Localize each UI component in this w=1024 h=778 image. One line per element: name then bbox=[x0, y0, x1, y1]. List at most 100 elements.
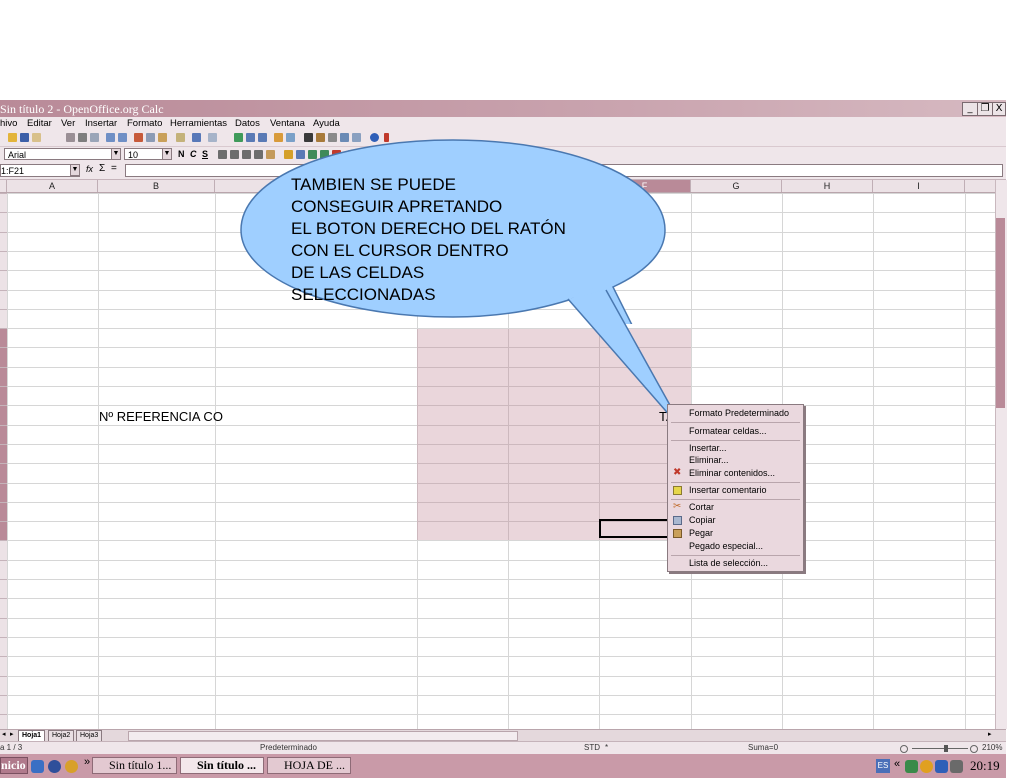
print-preview-icon[interactable] bbox=[90, 133, 99, 142]
status-sum[interactable]: Suma=0 bbox=[748, 743, 778, 752]
zoom-slider-handle[interactable] bbox=[944, 745, 948, 752]
font-size-combo[interactable]: 10 bbox=[124, 148, 164, 160]
paste-icon[interactable] bbox=[158, 133, 167, 142]
ctx-pegado-especial[interactable]: Pegado especial... bbox=[668, 540, 803, 553]
font-size-dropdown-icon[interactable]: ▼ bbox=[162, 148, 172, 160]
select-all-corner[interactable] bbox=[0, 180, 7, 192]
taskbar-item-sin-titulo-2[interactable]: Sin título ... bbox=[180, 757, 264, 774]
pdf-icon[interactable] bbox=[66, 133, 75, 142]
show-desktop-icon[interactable] bbox=[31, 760, 44, 773]
name-box-dropdown-icon[interactable]: ▼ bbox=[70, 164, 80, 176]
menu-insertar[interactable]: Insertar bbox=[85, 118, 117, 129]
start-button[interactable]: nicio bbox=[0, 757, 28, 774]
first-sheet-icon[interactable]: ◂ bbox=[2, 730, 6, 738]
column-gridline bbox=[215, 193, 216, 729]
clone-format-icon[interactable] bbox=[176, 133, 185, 142]
copy-icon[interactable] bbox=[146, 133, 155, 142]
column-gridline bbox=[873, 193, 874, 729]
row-gridline bbox=[7, 618, 995, 619]
tray-volume-muted-icon[interactable] bbox=[950, 760, 963, 773]
row-headers-selected[interactable] bbox=[0, 329, 7, 540]
menu-ventana[interactable]: Ventana bbox=[270, 118, 305, 129]
language-indicator[interactable]: ES bbox=[876, 759, 890, 773]
zoom-in-icon[interactable] bbox=[970, 745, 978, 753]
ctx-eliminar[interactable]: Eliminar... bbox=[668, 454, 803, 467]
ie-browser-icon[interactable] bbox=[48, 760, 61, 773]
ctx-formatear-celdas[interactable]: Formatear celdas... bbox=[668, 425, 803, 438]
row-headers-lower[interactable] bbox=[0, 540, 7, 729]
tray-expand-icon[interactable]: « bbox=[894, 758, 900, 770]
menu-archivo[interactable]: hivo bbox=[0, 118, 17, 129]
taskbar-item-sin-titulo-1[interactable]: Sin título 1... bbox=[92, 757, 177, 774]
ctx-insertar-comentario[interactable]: Insertar comentario bbox=[668, 484, 803, 497]
menu-formato[interactable]: Formato bbox=[127, 118, 162, 129]
cut-icon[interactable] bbox=[134, 133, 143, 142]
quicklaunch-more-icon[interactable]: » bbox=[84, 756, 90, 768]
ctx-cortar[interactable]: Cortar bbox=[668, 501, 803, 514]
zoom-slider[interactable] bbox=[912, 748, 968, 749]
status-zoom[interactable]: 210% bbox=[982, 743, 1002, 752]
save-icon[interactable] bbox=[20, 133, 29, 142]
menu-ver[interactable]: Ver bbox=[61, 118, 75, 129]
align-left-icon[interactable] bbox=[218, 150, 227, 159]
status-style[interactable]: Predeterminado bbox=[260, 743, 317, 752]
equals-icon[interactable]: = bbox=[111, 163, 117, 174]
scroll-right-icon[interactable]: ▸ bbox=[988, 730, 992, 738]
spellcheck-icon[interactable] bbox=[106, 133, 115, 142]
close-button[interactable]: X bbox=[992, 102, 1006, 116]
taskbar-item-hoja-de[interactable]: HOJA DE ... bbox=[267, 757, 351, 774]
tray-display-icon[interactable] bbox=[935, 760, 948, 773]
font-name-combo[interactable]: Arial bbox=[4, 148, 112, 160]
tray-network-icon[interactable] bbox=[905, 760, 918, 773]
sum-icon[interactable]: Σ bbox=[99, 163, 105, 174]
ctx-pegar[interactable]: Pegar bbox=[668, 527, 803, 540]
next-sheet-icon[interactable]: ▸ bbox=[10, 730, 14, 738]
ctx-eliminar-contenidos[interactable]: Eliminar contenidos... bbox=[668, 467, 803, 480]
ctx-copiar[interactable]: Copiar bbox=[668, 514, 803, 527]
row-header-divider bbox=[0, 193, 7, 194]
underline-button[interactable]: S bbox=[202, 149, 208, 159]
tray-antivirus-icon[interactable] bbox=[920, 760, 933, 773]
status-modified: * bbox=[605, 743, 609, 752]
title-bar[interactable]: Sin título 2 - OpenOffice.org Calc _ ❐ X bbox=[0, 100, 1006, 117]
menu-herramientas[interactable]: Herramientas bbox=[170, 118, 227, 129]
open-icon[interactable] bbox=[8, 133, 17, 142]
column-gridline bbox=[7, 193, 8, 729]
restore-button[interactable]: ❐ bbox=[977, 102, 993, 116]
print-icon[interactable] bbox=[78, 133, 87, 142]
vertical-scroll-thumb[interactable] bbox=[996, 218, 1005, 408]
column-header-i[interactable]: I bbox=[873, 180, 965, 192]
chrome-browser-icon[interactable] bbox=[65, 760, 78, 773]
status-page: a 1 / 3 bbox=[0, 743, 23, 752]
row-header-divider bbox=[0, 232, 7, 233]
cell-b-referencia[interactable]: Nº REFERENCIA CO bbox=[99, 409, 223, 424]
zoom-out-icon[interactable] bbox=[900, 745, 908, 753]
row-header-divider bbox=[0, 251, 7, 252]
undo-icon[interactable] bbox=[192, 133, 201, 142]
minimize-button[interactable]: _ bbox=[962, 102, 978, 116]
ctx-lista-seleccion[interactable]: Lista de selección... bbox=[668, 557, 803, 570]
italic-button[interactable]: C bbox=[190, 149, 197, 159]
row-header-divider bbox=[0, 463, 7, 464]
ctx-separator bbox=[671, 482, 800, 483]
email-icon[interactable] bbox=[32, 133, 41, 142]
menu-datos[interactable]: Datos bbox=[235, 118, 260, 129]
status-mode[interactable]: STD bbox=[584, 743, 600, 752]
autospell-icon[interactable] bbox=[118, 133, 127, 142]
horizontal-scrollbar[interactable] bbox=[128, 731, 518, 741]
font-name-dropdown-icon[interactable]: ▼ bbox=[111, 148, 121, 160]
column-header-g[interactable]: G bbox=[691, 180, 782, 192]
ctx-formato-predeterminado[interactable]: Formato Predeterminado bbox=[668, 407, 803, 420]
taskbar-clock[interactable]: 20:19 bbox=[970, 758, 1000, 774]
redo-icon[interactable] bbox=[208, 133, 217, 142]
column-header-a[interactable]: A bbox=[7, 180, 98, 192]
function-wizard-icon[interactable]: fx bbox=[86, 164, 93, 174]
menu-editar[interactable]: Editar bbox=[27, 118, 52, 129]
menu-ayuda[interactable]: Ayuda bbox=[313, 118, 340, 129]
menu-bar: hivo Editar Ver Insertar Formato Herrami… bbox=[0, 117, 1006, 131]
name-box[interactable]: 1:F21 bbox=[0, 164, 80, 177]
row-header-divider bbox=[0, 540, 7, 541]
bold-button[interactable]: N bbox=[178, 149, 185, 159]
column-header-h[interactable]: H bbox=[782, 180, 873, 192]
column-header-b[interactable]: B bbox=[98, 180, 215, 192]
